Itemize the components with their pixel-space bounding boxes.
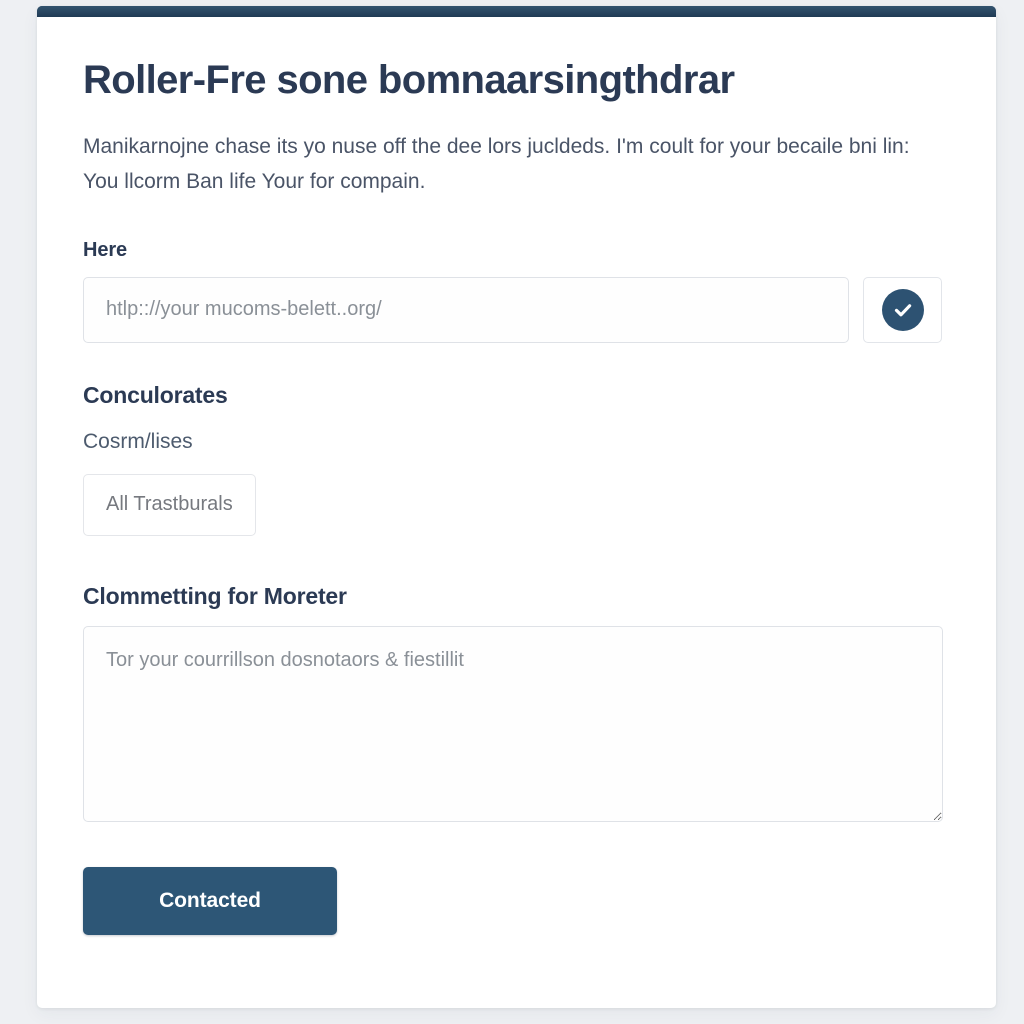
collaborators-subtext: Cosrm/lises [83,429,193,453]
collaborators-heading: Conculorates [83,381,228,408]
comment-heading: Clommetting for Moreter [83,582,347,609]
submit-row: Contacted [83,822,942,995]
collaborators-filter-chip[interactable]: All Trastburals [83,473,256,536]
verify-url-button[interactable] [863,276,942,343]
page-title: Roller-Fre sone bomnaarsingthdrar [83,58,735,102]
collaborators-section: Conculorates Cosrm/lises All Trastburals [83,343,942,536]
url-input-row [83,262,942,343]
url-input[interactable] [83,276,850,343]
card-accent-bar [37,6,996,17]
form-card: Roller-Fre sone bomnaarsingthdrar Manika… [37,6,996,1008]
comment-textarea[interactable] [83,625,943,822]
page-root: Roller-Fre sone bomnaarsingthdrar Manika… [0,0,1024,1024]
card-content: Roller-Fre sone bomnaarsingthdrar Manika… [37,17,996,995]
check-circle-icon [881,288,924,331]
comment-section: Clommetting for Moreter [83,536,943,822]
submit-button[interactable]: Contacted [83,866,337,935]
url-field-label: Here [83,238,128,261]
intro-paragraph: Manikarnojne chase its yo nuse off the d… [83,135,910,194]
url-section: Here [83,200,942,343]
